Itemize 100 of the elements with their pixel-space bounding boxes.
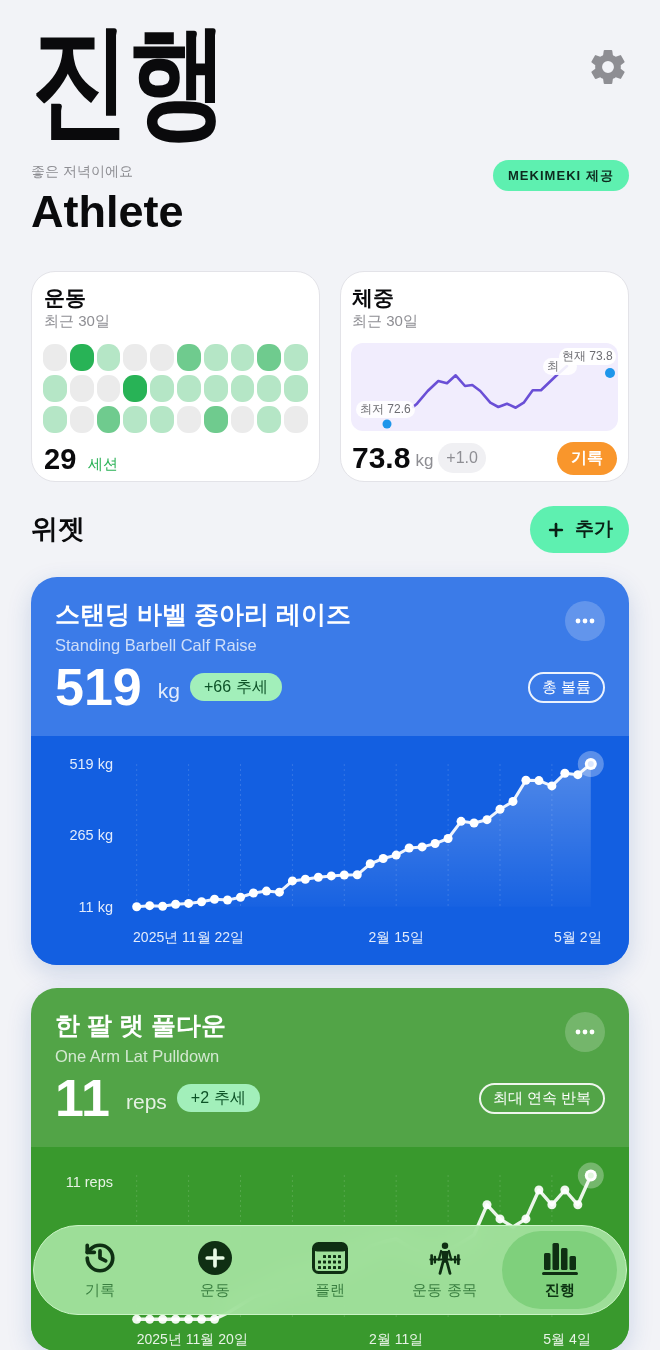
data-point — [210, 1314, 220, 1324]
add-widget-button[interactable]: 추가 — [530, 506, 629, 553]
bar-chart-icon — [541, 1241, 578, 1275]
data-point — [313, 872, 323, 882]
data-point — [573, 1200, 583, 1210]
data-point — [534, 776, 544, 786]
data-point — [197, 1314, 207, 1324]
tab[interactable]: 진행 — [502, 1231, 617, 1309]
data-point — [534, 1185, 544, 1195]
data-point — [547, 1200, 557, 1210]
data-point — [197, 897, 207, 907]
tab[interactable]: 플랜 — [272, 1231, 387, 1309]
data-point — [365, 859, 375, 869]
latest-point-icon — [577, 1162, 604, 1189]
axis-label: 11 kg — [78, 898, 113, 915]
axis-label: 265 kg — [69, 827, 113, 844]
trend-badge: +2 추세 — [176, 1084, 260, 1112]
settings-icon[interactable] — [589, 48, 627, 86]
data-point — [287, 876, 297, 886]
tab[interactable]: 운동 — [157, 1231, 272, 1309]
data-point — [482, 815, 492, 825]
data-point — [573, 770, 583, 780]
metric-toggle[interactable]: 총 볼륨 — [527, 671, 605, 703]
data-point — [236, 892, 245, 902]
data-point — [417, 842, 427, 852]
data-point — [378, 853, 388, 863]
data-point — [443, 834, 453, 843]
stat-unit: reps — [126, 1089, 167, 1116]
metric-toggle[interactable]: 최대 연속 반복 — [478, 1082, 605, 1114]
chart-label: 최저 72.6 — [356, 401, 415, 418]
stat-unit: kg — [157, 678, 180, 705]
axis-label: 519 kg — [69, 756, 113, 772]
stat-value: 519 — [55, 659, 142, 715]
data-point — [158, 1314, 168, 1324]
data-point — [391, 850, 401, 860]
weightlifter-icon — [426, 1241, 463, 1275]
session-count: 29 — [44, 442, 77, 476]
axis-label: 2월 15일 — [368, 929, 424, 945]
data-point — [339, 870, 349, 880]
weight-value: 73.8 — [352, 441, 411, 475]
min-point-icon — [382, 419, 392, 429]
log-weight-button[interactable]: 기록 — [557, 441, 617, 475]
data-point — [171, 899, 181, 909]
widget-card[interactable]: 스탠딩 바벨 종아리 레이즈 Standing Barbell Calf Raise 519 kg +66 추세 총 볼륨 519 kg 265 kg 11 kg 2025년 11월 22일 2월 15일 5월 2일 — [31, 577, 629, 965]
page-title: 진행 — [31, 10, 227, 151]
data-point — [158, 901, 168, 911]
data-point — [521, 775, 531, 785]
axis-label: 5월 4일 — [543, 1331, 591, 1347]
data-point — [326, 871, 336, 881]
card-subtitle: 최근 30일 — [43, 311, 111, 331]
plus-circle-icon — [196, 1241, 233, 1275]
card-subtitle: 최근 30일 — [351, 311, 419, 331]
data-point — [469, 818, 479, 828]
data-point — [184, 898, 194, 908]
data-point — [132, 1314, 142, 1324]
data-point — [171, 1314, 181, 1324]
greeting-text: 좋은 저녁이에요 — [31, 162, 133, 180]
more-icon[interactable] — [565, 1012, 605, 1052]
data-point — [145, 901, 155, 911]
data-point — [495, 804, 505, 814]
data-point — [274, 887, 284, 897]
weight-unit: kg — [415, 450, 434, 473]
data-point — [482, 1200, 492, 1210]
exercise-title: 스탠딩 바벨 종아리 레이즈 — [55, 599, 351, 629]
data-point — [132, 902, 142, 912]
data-point — [210, 894, 220, 904]
data-point — [300, 874, 310, 884]
tab[interactable]: 기록 — [42, 1231, 157, 1309]
axis-label: 2월 11일 — [369, 1331, 424, 1347]
exercise-subtitle: Standing Barbell Calf Raise — [55, 635, 258, 655]
axis-label: 11 reps — [65, 1174, 113, 1190]
axis-label: 2025년 11월 20일 — [136, 1331, 248, 1347]
data-point — [223, 895, 232, 905]
more-icon[interactable] — [565, 601, 605, 641]
data-point — [547, 781, 557, 791]
stat-value: 11 — [55, 1070, 110, 1126]
axis-label: 5월 2일 — [554, 929, 602, 945]
data-point — [404, 843, 414, 853]
current-point-icon — [605, 368, 615, 378]
data-point — [521, 1214, 531, 1224]
data-point — [261, 886, 271, 896]
data-point — [508, 796, 518, 806]
data-point — [430, 839, 440, 849]
session-unit: 세션 — [88, 454, 119, 474]
card-title: 운동 — [43, 285, 87, 311]
data-point — [352, 870, 362, 880]
section-title: 위젯 — [31, 513, 85, 547]
data-point — [184, 1314, 194, 1324]
latest-point-icon — [577, 751, 604, 777]
axis-label: 2025년 11월 22일 — [133, 929, 245, 945]
card-title: 체중 — [351, 285, 395, 311]
calendar-icon — [311, 1241, 348, 1275]
user-name: Athlete — [31, 186, 185, 238]
data-point — [560, 1185, 570, 1195]
workouts-card[interactable]: 운동 최근 30일 29 세션 — [31, 271, 320, 482]
data-point — [248, 888, 258, 898]
tab[interactable]: 운동 종목 — [387, 1231, 502, 1309]
data-point — [495, 1214, 505, 1224]
data-point — [456, 816, 466, 826]
provider-badge: MEKIMEKI 제공 — [492, 160, 629, 191]
